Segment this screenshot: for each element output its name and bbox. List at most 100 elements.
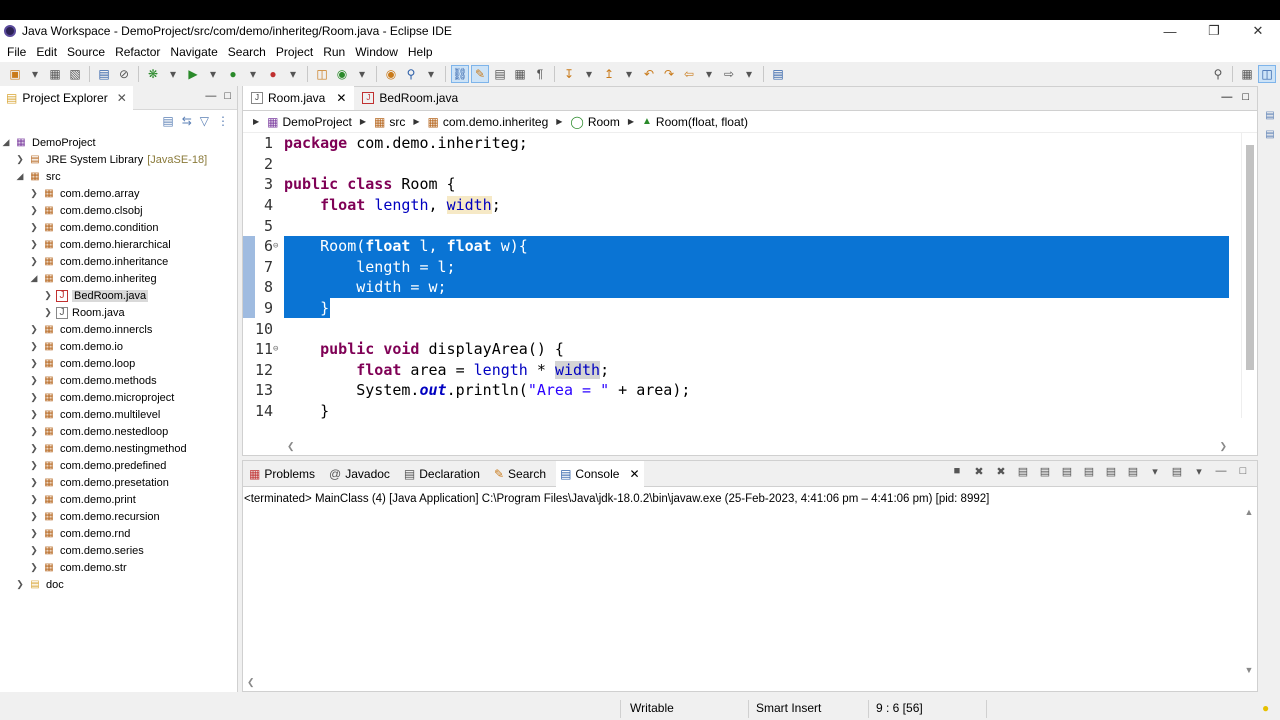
- tree-item-package[interactable]: ❯ ▦ com.demo.multilevel: [0, 406, 237, 423]
- minimize-panel-icon[interactable]: —: [205, 90, 216, 102]
- chevron-down-icon[interactable]: ◢: [14, 171, 26, 182]
- next-annotation-icon[interactable]: ↧: [560, 65, 578, 83]
- tree-item-package[interactable]: ❯ ▦ com.demo.io: [0, 338, 237, 355]
- fold-icon[interactable]: ⊖: [273, 241, 278, 251]
- close-window-button[interactable]: ✕: [1236, 20, 1280, 42]
- tree-item-bedroom-java[interactable]: ❯ J BedRoom.java: [0, 287, 237, 304]
- chevron-right-icon[interactable]: ❯: [28, 511, 40, 522]
- chevron-right-icon[interactable]: ❯: [28, 375, 40, 386]
- tree-item-package[interactable]: ❯ ▦ com.demo.rnd: [0, 525, 237, 542]
- tree-item-jre[interactable]: ❯ ▤ JRE System Library [JavaSE-18]: [0, 151, 237, 168]
- chevron-right-icon[interactable]: ❯: [28, 409, 40, 420]
- chevron-right-icon[interactable]: ▶: [253, 117, 259, 126]
- close-icon[interactable]: ✕: [117, 91, 127, 105]
- word-wrap-icon[interactable]: ▦: [511, 65, 529, 83]
- maximize-panel-icon[interactable]: □: [1235, 465, 1251, 478]
- tree-item-package-inheriteg[interactable]: ◢ ▦ com.demo.inheriteg: [0, 270, 237, 287]
- chevron-right-icon[interactable]: ❯: [42, 307, 54, 318]
- chevron-right-icon[interactable]: ❯: [28, 460, 40, 471]
- link-with-editor-icon[interactable]: ⇆: [182, 114, 192, 128]
- chevron-right-icon[interactable]: ❯: [28, 256, 40, 267]
- last-edit-icon[interactable]: ↶: [640, 65, 658, 83]
- open-perspective-icon[interactable]: ▦: [1238, 65, 1256, 83]
- skip-breakpoints-icon[interactable]: ⊘: [115, 65, 133, 83]
- menu-project[interactable]: Project: [271, 45, 318, 59]
- tree-item-package[interactable]: ❯ ▦ com.demo.methods: [0, 372, 237, 389]
- tree-item-package[interactable]: ❯ ▦ com.demo.presetation: [0, 474, 237, 491]
- menu-navigate[interactable]: Navigate: [165, 45, 222, 59]
- chevron-right-icon[interactable]: ❯: [28, 562, 40, 573]
- breadcrumb-constructor[interactable]: ▲ Room(float, float): [642, 115, 748, 129]
- tab-bedroom-java[interactable]: J BedRoom.java: [354, 86, 466, 110]
- open-type-icon[interactable]: ◉: [382, 65, 400, 83]
- chevron-down-icon[interactable]: ◢: [28, 273, 40, 284]
- filter-icon[interactable]: ▽: [200, 114, 209, 128]
- tree-item-package[interactable]: ❯ ▦ com.demo.condition: [0, 219, 237, 236]
- new-class-icon[interactable]: ◉: [333, 65, 351, 83]
- breadcrumb-project[interactable]: ▦ DemoProject: [267, 115, 352, 129]
- tree-item-room-java[interactable]: ❯ J Room.java: [0, 304, 237, 321]
- terminate-icon[interactable]: ■: [949, 465, 965, 478]
- chevron-right-icon[interactable]: ❯: [14, 154, 26, 165]
- dropdown-icon[interactable]: ▾: [740, 65, 758, 83]
- dropdown-icon[interactable]: ▾: [353, 65, 371, 83]
- chevron-right-icon[interactable]: ❯: [28, 443, 40, 454]
- toggle-breadcrumb-icon[interactable]: ⛓: [451, 65, 469, 83]
- terminal-icon[interactable]: ▤: [95, 65, 113, 83]
- pin-console-icon[interactable]: ▤: [1103, 465, 1119, 478]
- tab-declaration[interactable]: ▤ Declaration: [400, 461, 484, 487]
- tree-item-package[interactable]: ❯ ▦ com.demo.recursion: [0, 508, 237, 525]
- chevron-right-icon[interactable]: ❯: [28, 324, 40, 335]
- chevron-right-icon[interactable]: ❯: [28, 222, 40, 233]
- dropdown-icon[interactable]: ▾: [164, 65, 182, 83]
- tree-item-package[interactable]: ❯ ▦ com.demo.inheritance: [0, 253, 237, 270]
- menu-run[interactable]: Run: [318, 45, 350, 59]
- editor-vertical-scrollbar[interactable]: [1241, 133, 1257, 418]
- dropdown-icon[interactable]: ▾: [620, 65, 638, 83]
- save-icon[interactable]: ▦: [46, 65, 64, 83]
- tree-item-project[interactable]: ◢ ▦ DemoProject: [0, 134, 237, 151]
- tab-project-explorer[interactable]: ▤ Project Explorer ✕: [0, 85, 133, 110]
- tab-javadoc[interactable]: @ Javadoc: [325, 461, 394, 487]
- dropdown-icon[interactable]: ▾: [204, 65, 222, 83]
- close-icon[interactable]: ✕: [629, 467, 639, 481]
- chevron-right-icon[interactable]: ❯: [28, 426, 40, 437]
- menu-source[interactable]: Source: [62, 45, 110, 59]
- mark-occurrences-icon[interactable]: ✎: [471, 65, 489, 83]
- dropdown-icon[interactable]: ▾: [422, 65, 440, 83]
- open-console-icon[interactable]: ▤: [1169, 465, 1185, 478]
- prev-annotation-icon[interactable]: ↥: [600, 65, 618, 83]
- breadcrumb-package[interactable]: ▦ com.demo.inheriteg: [428, 115, 549, 129]
- chevron-right-icon[interactable]: ❯: [28, 494, 40, 505]
- new-java-project-icon[interactable]: ◫: [313, 65, 331, 83]
- breadcrumb-src[interactable]: ▦ src: [374, 115, 405, 129]
- remove-all-icon[interactable]: ✖: [993, 465, 1009, 478]
- view-menu-icon[interactable]: ⋮: [217, 114, 229, 128]
- outline-icon[interactable]: ▤: [1265, 129, 1274, 140]
- chevron-right-icon[interactable]: ❯: [42, 290, 54, 301]
- chevron-right-icon[interactable]: ❯: [14, 579, 26, 590]
- dropdown-icon[interactable]: ▾: [26, 65, 44, 83]
- tab-problems[interactable]: ▦ Problems: [245, 461, 319, 487]
- fold-icon[interactable]: ⊖: [273, 344, 278, 354]
- chevron-right-icon[interactable]: ❯: [28, 205, 40, 216]
- collapse-all-icon[interactable]: ▤: [162, 114, 173, 128]
- chevron-right-icon[interactable]: ❯: [28, 358, 40, 369]
- forward-icon[interactable]: ⇨: [720, 65, 738, 83]
- tab-console[interactable]: ▤ Console ✕: [556, 460, 644, 487]
- menu-refactor[interactable]: Refactor: [110, 45, 165, 59]
- external-tools-icon[interactable]: ●: [264, 65, 282, 83]
- clear-console-icon[interactable]: ▤: [1015, 465, 1031, 478]
- run-icon[interactable]: ▶: [184, 65, 202, 83]
- dropdown-icon[interactable]: ▾: [244, 65, 262, 83]
- pin-editor-icon[interactable]: ▤: [769, 65, 787, 83]
- search-tool-icon[interactable]: ⚲: [402, 65, 420, 83]
- menu-edit[interactable]: Edit: [31, 45, 62, 59]
- tree-item-package[interactable]: ❯ ▦ com.demo.loop: [0, 355, 237, 372]
- minimize-button[interactable]: —: [1148, 20, 1192, 42]
- tree-item-package[interactable]: ❯ ▦ com.demo.print: [0, 491, 237, 508]
- whitespace-icon[interactable]: ¶: [531, 65, 549, 83]
- code-area[interactable]: 1 package com.demo.inheriteg; 2 3 public c…: [243, 133, 1257, 433]
- editor-horizontal-scrollbar[interactable]: ❮ ❯: [285, 441, 1227, 455]
- chevron-right-icon[interactable]: ❯: [28, 477, 40, 488]
